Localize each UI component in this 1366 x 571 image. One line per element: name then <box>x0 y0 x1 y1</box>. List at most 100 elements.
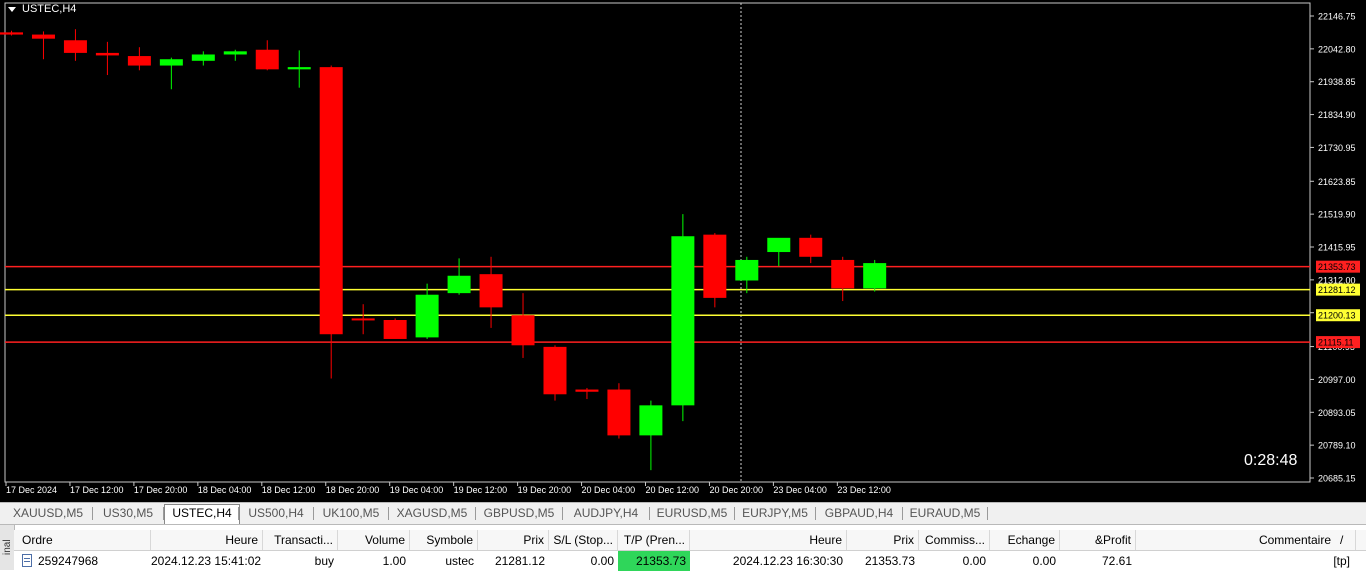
bull-candle <box>415 294 439 338</box>
price-level-label: 21115.11 <box>1318 338 1354 348</box>
price-axis-label: 21519.90 <box>1318 210 1356 220</box>
table-row[interactable]: 259247968 2024.12.23 15:41:02 buy 1.00 ustec… <box>14 551 1366 571</box>
bull-candle <box>447 275 471 294</box>
trade-table-header: Ordre Heure Transacti... Volume Symbole Prix S… <box>14 530 1366 551</box>
cell-heure: 2024.12.23 16:30:30 <box>732 554 843 568</box>
cell-prix: 21353.73 <box>864 554 915 568</box>
column-header-8[interactable]: Heure <box>690 530 847 550</box>
price-axis-label: 21415.95 <box>1318 243 1356 253</box>
cell-commentaire: [tp] <box>1333 554 1350 568</box>
price-axis-label: 22146.75 <box>1318 12 1356 22</box>
bear-candle <box>127 56 151 66</box>
price-chart[interactable]: 22146.75 22042.80 21938.85 21834.90 21730.95… <box>0 0 1366 502</box>
column-header-0[interactable]: Ordre <box>14 530 151 550</box>
bull-candle <box>639 405 663 436</box>
price-axis-label: 22042.80 <box>1318 44 1356 54</box>
column-header-5[interactable]: Prix <box>478 530 549 550</box>
bull-candle <box>287 67 311 70</box>
chart-symbol-title: USTEC,H4 <box>22 3 77 15</box>
bull-candle <box>671 236 695 406</box>
tab-xagusd-m5[interactable]: XAGUSD,M5 <box>389 505 475 522</box>
column-header-10[interactable]: Commiss... <box>919 530 990 550</box>
bear-candle <box>543 346 567 395</box>
column-header-2[interactable]: Transacti... <box>263 530 338 550</box>
bull-candle <box>735 259 759 281</box>
tab-eurjpy-m5[interactable]: EURJPY,M5 <box>735 505 815 522</box>
time-axis-label: 20 Dec 04:00 <box>582 485 636 495</box>
bear-candle <box>831 259 855 289</box>
column-header-9[interactable]: Prix <box>847 530 919 550</box>
time-axis-label: 19 Dec 12:00 <box>454 485 508 495</box>
chart-window[interactable]: 22146.75 22042.80 21938.85 21834.90 21730.95… <box>0 0 1366 502</box>
column-header-11[interactable]: Echange <box>990 530 1060 550</box>
terminal-side-label-text: inal <box>2 539 13 555</box>
cell-symbole: ustec <box>445 554 474 568</box>
time-axis-label: 18 Dec 20:00 <box>326 485 380 495</box>
bear-candle <box>511 315 535 346</box>
tab-xauusd-m5[interactable]: XAUUSD,M5 <box>4 505 92 522</box>
cell-prix: 21281.12 <box>494 554 545 568</box>
price-axis-label: 21730.95 <box>1318 143 1356 153</box>
bear-candle <box>0 32 23 35</box>
price-axis-label: 20997.00 <box>1318 375 1356 385</box>
cell-t-p-pren: 21353.73 <box>618 551 690 571</box>
tab-us500-h4[interactable]: US500,H4 <box>239 505 313 522</box>
tab-audjpy-h4[interactable]: AUDJPY,H4 <box>563 505 649 522</box>
price-axis-label: 21623.85 <box>1318 177 1356 187</box>
time-axis-label: 18 Dec 12:00 <box>262 485 316 495</box>
time-axis-label: 19 Dec 20:00 <box>518 485 572 495</box>
terminal-side-label: inal <box>0 525 15 570</box>
price-axis-label: 20893.05 <box>1318 408 1356 418</box>
column-header-12[interactable]: &Profit <box>1060 530 1136 550</box>
cell-volume: 1.00 <box>382 554 406 568</box>
sort-indicator-icon: / <box>1340 533 1344 547</box>
column-header-13[interactable]: Commentaire <box>1136 530 1356 550</box>
bear-candle <box>255 49 279 70</box>
bear-candle <box>319 67 343 335</box>
price-axis-label: 21834.90 <box>1318 110 1356 120</box>
cell-heure: 2024.12.23 15:41:02 <box>151 554 262 568</box>
tab-us30-m5[interactable]: US30,M5 <box>93 505 163 522</box>
cell-s-l-stop: 0.00 <box>590 554 614 568</box>
time-axis-label: 17 Dec 2024 <box>6 485 57 495</box>
bull-candle <box>223 51 247 55</box>
column-header-7[interactable]: T/P (Pren... <box>618 530 690 550</box>
bear-candle <box>383 320 407 339</box>
price-axis-label: 20685.15 <box>1318 474 1356 484</box>
column-header-1[interactable]: Heure <box>151 530 263 550</box>
bear-candle <box>63 40 87 53</box>
bull-candle <box>191 54 215 61</box>
bear-candle <box>95 52 119 56</box>
tab-separator <box>987 507 988 520</box>
time-axis-label: 23 Dec 12:00 <box>837 485 891 495</box>
time-axis-label: 19 Dec 04:00 <box>390 485 444 495</box>
column-header-4[interactable]: Symbole <box>410 530 478 550</box>
price-axis-label: 21938.85 <box>1318 77 1356 87</box>
tab-euraud-m5[interactable]: EURAUD,M5 <box>903 505 987 522</box>
bear-candle <box>799 237 823 257</box>
bear-candle <box>479 274 503 308</box>
tab-uk100-m5[interactable]: UK100,M5 <box>314 505 388 522</box>
terminal-panel: inal Ordre Heure Transacti... Volume Symbole… <box>0 524 1366 571</box>
column-header-6[interactable]: S/L (Stop... <box>549 530 618 550</box>
bull-candle <box>863 263 887 289</box>
cell-transacti: buy <box>314 554 334 568</box>
tab-eurusd-m5[interactable]: EURUSD,M5 <box>650 505 734 522</box>
time-axis-label: 20 Dec 20:00 <box>709 485 763 495</box>
time-axis-label: 17 Dec 12:00 <box>70 485 124 495</box>
tab-gbpusd-m5[interactable]: GBPUSD,M5 <box>476 505 562 522</box>
time-axis-label: 17 Dec 20:00 <box>134 485 188 495</box>
bear-candle <box>575 389 599 392</box>
tab-gbpaud-h4[interactable]: GBPAUD,H4 <box>816 505 902 522</box>
tab-ustec-h4[interactable]: USTEC,H4 <box>164 504 240 524</box>
bull-candle <box>159 59 183 66</box>
column-header-3[interactable]: Volume <box>338 530 410 550</box>
bear-candle <box>703 234 727 298</box>
candle-countdown: 0:28:48 <box>1244 452 1298 469</box>
bear-candle <box>31 34 55 39</box>
price-axis-label: 20789.10 <box>1318 441 1356 451</box>
cell-echange: 0.00 <box>1032 554 1056 568</box>
cell-ordre: 259247968 <box>38 554 99 568</box>
bull-candle <box>767 237 791 253</box>
chart-menu-arrow-icon[interactable] <box>8 7 16 12</box>
